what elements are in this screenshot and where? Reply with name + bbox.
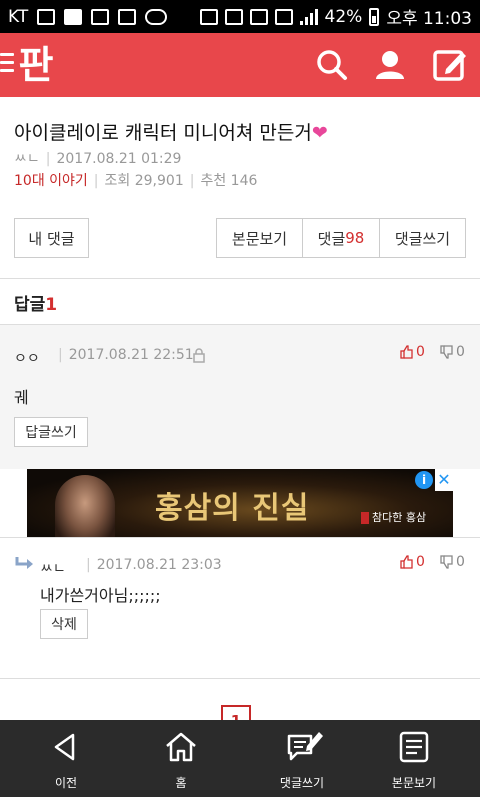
ad-title: 홍삼의 진실 (155, 491, 310, 526)
bottom-nav: 이전 홈 댓글쓰기 본문보기 (0, 720, 480, 797)
facebook-icon (64, 8, 83, 25)
sub-comment-author: ㅆㄴ (40, 561, 66, 577)
back-triangle-icon (54, 733, 75, 761)
divider (0, 537, 480, 538)
nav-back-button[interactable]: 이전 (6, 720, 126, 797)
post-title-text: 아이클레이로 캐릭터 미니어쳐 만든거 (14, 122, 312, 144)
comments-label: 댓글 (317, 229, 346, 248)
divider (0, 678, 480, 679)
comment-datetime-text: 2017.08.21 22:51 (68, 347, 194, 363)
comment-author: ㅇㅇ (14, 351, 40, 367)
post-author: ㅆㄴ (14, 151, 40, 167)
post-datetime: 2017.08.21 01:29 (56, 151, 182, 167)
divider (0, 278, 480, 279)
talk-icon (145, 8, 168, 25)
thumbs-up-icon (400, 345, 413, 359)
sub-comment-downvote-button[interactable]: 0 (440, 554, 465, 570)
app-header: 판 (0, 33, 480, 97)
status-bar: KT 42% 오후 11:03 (0, 0, 480, 33)
home-icon (166, 732, 196, 762)
ad-info-icon[interactable]: i (415, 471, 433, 489)
comments-button[interactable]: 댓글 98 (302, 218, 380, 258)
mail-icon (118, 8, 137, 25)
comment-text: 궤 (14, 388, 29, 407)
clock: 오후 11:03 (386, 9, 472, 29)
user-icon[interactable] (372, 47, 408, 83)
signal-icon (299, 8, 318, 25)
ad-banner[interactable]: 홍삼의 진실 참다한 홍삼 i ✕ (27, 469, 453, 537)
views-label: 조회 (104, 173, 131, 189)
ad-close-icon[interactable]: ✕ (435, 469, 453, 491)
post-meta-author: ㅆㄴ | 2017.08.21 01:29 (14, 151, 182, 167)
comment-up-count: 0 (416, 344, 425, 360)
recommend-label: 추천 (200, 173, 227, 189)
post-title: 아이클레이로 캐릭터 미니어쳐 만든거❤ (14, 118, 328, 145)
nav-view-post-button[interactable]: 본문보기 (354, 720, 474, 797)
comment-down-count: 0 (456, 344, 465, 360)
heart-icon: ❤ (311, 122, 328, 144)
view-post-button[interactable]: 본문보기 (216, 218, 303, 258)
ad-brand-text: 참다한 홍삼 (372, 511, 427, 524)
nav-write-comment-button[interactable]: 댓글쓰기 (242, 720, 362, 797)
nav-back-label: 이전 (54, 776, 78, 790)
nav-home-button[interactable]: 홈 (121, 720, 241, 797)
reply-button[interactable]: 답글쓰기 (14, 417, 88, 447)
replies-label: 답글 (14, 295, 46, 315)
t-app-icon (91, 8, 110, 25)
thumbs-up-icon (400, 555, 413, 569)
comment-write-icon (287, 732, 323, 761)
nav-view-post-label: 본문보기 (391, 776, 437, 790)
comments-count: 98 (345, 229, 365, 247)
document-icon (399, 731, 429, 763)
nav-home-label: 홈 (175, 776, 187, 790)
divider (0, 324, 480, 325)
message-icon (37, 8, 56, 25)
write-icon[interactable] (432, 47, 468, 83)
reply-arrow-icon (15, 557, 33, 569)
sub-comment-text: 내가쓴거아님;;;;;; (40, 586, 161, 605)
sub-comment-up-count: 0 (416, 554, 425, 570)
delete-button[interactable]: 삭제 (40, 609, 88, 639)
post-meta-stats: 10대 이야기 | 조회 29,901 | 추천 146 (14, 173, 258, 189)
wifi-icon (274, 8, 293, 25)
battery-percent: 42% (324, 6, 363, 27)
app-logo[interactable]: 판 (10, 41, 60, 89)
brand-logo-icon (361, 512, 369, 524)
replies-count: 1 (45, 295, 58, 315)
nfc-icon (199, 8, 218, 25)
hd-icon (249, 8, 268, 25)
views-count: 29,901 (134, 173, 184, 189)
thumbs-down-icon (440, 345, 453, 359)
post-category[interactable]: 10대 이야기 (14, 173, 88, 189)
my-comment-button[interactable]: 내 댓글 (14, 218, 89, 258)
nav-write-comment-label: 댓글쓰기 (279, 776, 325, 790)
comment-upvote-button[interactable]: 0 (400, 344, 425, 360)
comment-downvote-button[interactable]: 0 (440, 344, 465, 360)
sub-comment-upvote-button[interactable]: 0 (400, 554, 425, 570)
sub-comment-datetime-text: 2017.08.21 23:03 (96, 557, 222, 573)
search-icon[interactable] (314, 47, 350, 83)
thumbs-down-icon (440, 555, 453, 569)
battery-icon (369, 7, 380, 26)
lock-icon (193, 348, 205, 363)
mute-icon (224, 8, 243, 25)
ad-image (55, 475, 115, 537)
replies-header: 답글1 (14, 290, 57, 315)
comment-datetime: | 2017.08.21 22:51 (58, 347, 194, 363)
write-comment-button[interactable]: 댓글쓰기 (379, 218, 466, 258)
sub-comment-down-count: 0 (456, 554, 465, 570)
carrier-label: KT (8, 6, 29, 27)
recommend-count: 146 (230, 173, 258, 189)
ad-brand: 참다한 홍삼 (361, 509, 426, 525)
sub-comment-datetime: | 2017.08.21 23:03 (86, 557, 222, 573)
